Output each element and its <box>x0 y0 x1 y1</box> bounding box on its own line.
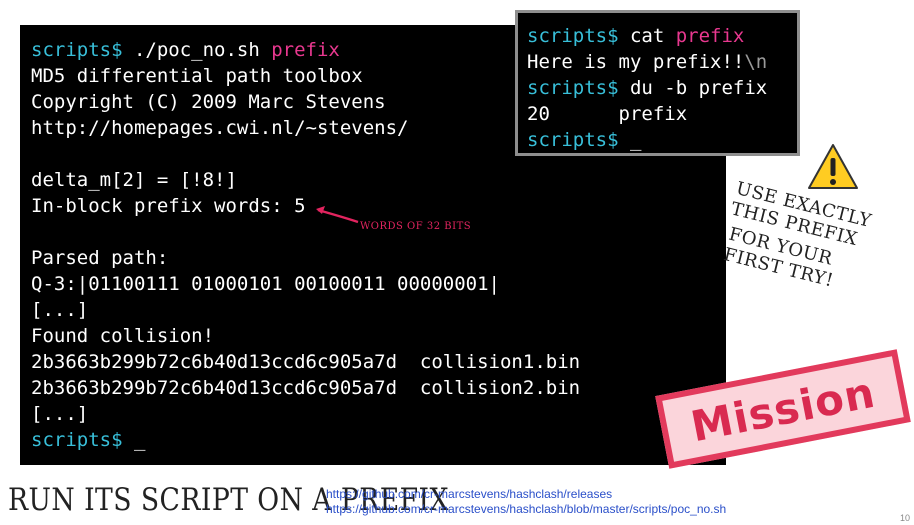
main-terminal-line: Q-3:|01100111 01000101 00100011 00000001… <box>31 271 580 297</box>
cat-terminal-text: \n <box>744 51 768 73</box>
main-terminal-line: http://homepages.cwi.nl/~stevens/ <box>31 115 580 141</box>
main-terminal-line: 2b3663b299b72c6b40d13ccd6c905a7d collisi… <box>31 375 580 401</box>
main-terminal-line: Found collision! <box>31 323 580 349</box>
main-terminal-line <box>31 219 580 245</box>
cat-terminal-output: scripts$ cat prefix Here is my prefix!!\n… <box>527 23 767 153</box>
main-terminal-output: scripts$ ./poc_no.sh prefix MD5 different… <box>31 37 580 453</box>
cat-terminal-line: scripts$ cat prefix <box>527 23 767 49</box>
cat-terminal-text: cat <box>629 25 676 47</box>
main-terminal-text: 2b3663b299b72c6b40d13ccd6c905a7d collisi… <box>31 351 581 373</box>
main-terminal-line: MD5 differential path toolbox <box>31 63 580 89</box>
cat-terminal-window[interactable]: scripts$ cat prefix Here is my prefix!!\n… <box>515 10 800 156</box>
main-terminal-text: Copyright (C) 2009 Marc Stevens <box>31 91 386 113</box>
words-annotation: WORDS OF 32 BITS <box>360 221 472 232</box>
reference-links: https://github.com/cr-marcstevens/hashcl… <box>326 487 726 517</box>
main-terminal-text: [...] <box>31 299 89 321</box>
main-terminal-line <box>31 141 580 167</box>
main-terminal-text: scripts$ <box>31 39 134 61</box>
main-terminal-line: scripts$ ./poc_no.sh prefix <box>31 37 580 63</box>
cat-terminal-text: scripts$ <box>527 129 630 151</box>
page-number: 10 <box>899 513 910 523</box>
main-terminal-text: prefix <box>271 39 340 61</box>
cat-terminal-text: Here is my prefix!! <box>527 51 745 73</box>
main-terminal-text: In-block prefix words: 5 <box>31 195 306 217</box>
main-terminal-text: _ <box>133 429 146 451</box>
main-terminal-line: [...] <box>31 401 580 427</box>
cat-terminal-line: 20 prefix <box>527 101 767 127</box>
main-terminal-line: scripts$ _ <box>31 427 580 453</box>
warning-icon <box>808 144 858 189</box>
main-terminal-text: http://homepages.cwi.nl/~stevens/ <box>31 117 409 139</box>
main-terminal-text: Parsed path: <box>31 247 169 269</box>
main-terminal-text: MD5 differential path toolbox <box>31 65 363 87</box>
arrow-icon <box>316 206 359 224</box>
main-terminal-text: scripts$ <box>31 429 134 451</box>
cat-terminal-text: scripts$ <box>527 25 630 47</box>
cat-terminal-text: _ <box>629 129 642 151</box>
main-terminal-line: [...] <box>31 297 580 323</box>
poc-script-link[interactable]: https://github.com/cr-marcstevens/hashcl… <box>326 502 726 517</box>
cat-terminal-text: du -b prefix <box>629 77 768 99</box>
main-terminal-text: Found collision! <box>31 325 215 347</box>
cat-terminal-line: Here is my prefix!!\n <box>527 49 767 75</box>
main-terminal-line: Copyright (C) 2009 Marc Stevens <box>31 89 580 115</box>
releases-link[interactable]: https://github.com/cr-marcstevens/hashcl… <box>326 487 726 502</box>
cat-terminal-line: scripts$ du -b prefix <box>527 75 767 101</box>
main-terminal-text: Q-3:|01100111 01000101 00100011 00000001… <box>31 273 500 295</box>
main-terminal-line: Parsed path: <box>31 245 580 271</box>
cat-terminal-line: scripts$ _ <box>527 127 767 153</box>
cat-terminal-text: 20 prefix <box>527 103 688 125</box>
main-terminal-text: [...] <box>31 403 89 425</box>
main-terminal-line: In-block prefix words: 5 <box>31 193 580 219</box>
cat-terminal-text: scripts$ <box>527 77 630 99</box>
main-terminal-line: 2b3663b299b72c6b40d13ccd6c905a7d collisi… <box>31 349 580 375</box>
main-terminal-text: ./poc_no.sh <box>133 39 272 61</box>
main-terminal-text: delta_m[2] = [!8!] <box>31 169 237 191</box>
warning-note: USE EXACTLY THIS PREFIX FOR YOUR FIRST T… <box>718 178 909 306</box>
cat-terminal-text: prefix <box>675 25 745 47</box>
main-terminal-line: delta_m[2] = [!8!] <box>31 167 580 193</box>
main-terminal-text: 2b3663b299b72c6b40d13ccd6c905a7d collisi… <box>31 377 581 399</box>
